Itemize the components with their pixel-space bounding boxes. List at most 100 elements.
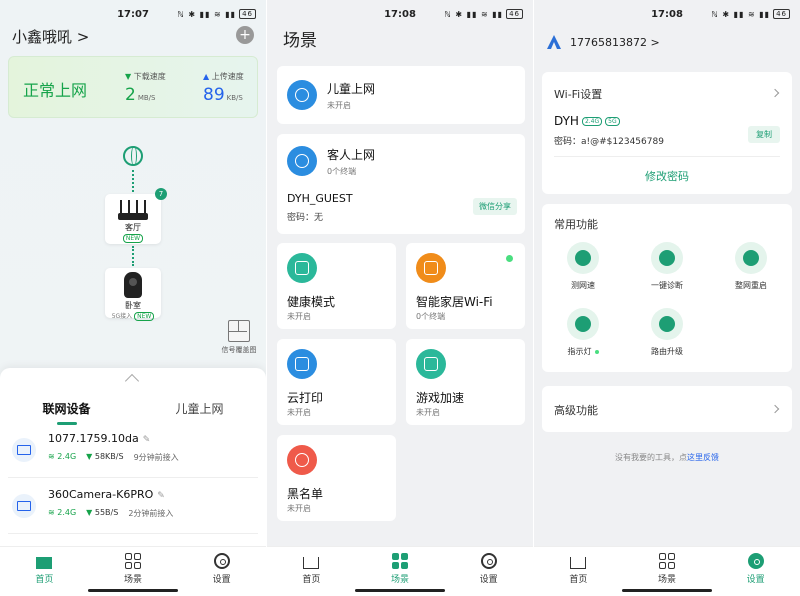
gear-icon	[213, 553, 230, 569]
edit-icon[interactable]: ✎	[157, 491, 165, 501]
kids-title: 儿童上网	[327, 82, 376, 96]
feedback-text: 没有我要的工具，点这里反馈	[615, 453, 719, 462]
wifi-card: Wi-Fi设置 DYH 2.4G 5G 密码：a!@#$123456789 复制 修…	[542, 72, 792, 194]
grid-icon	[659, 553, 675, 569]
router-room: 客厅	[125, 223, 141, 232]
nav-settings[interactable]: 设置	[711, 547, 800, 596]
download-unit: MB/S	[137, 94, 156, 102]
speed-test-button[interactable]: 测网速	[548, 242, 618, 291]
main-router-node[interactable]: 7 客厅 NEW	[105, 188, 167, 244]
guest-card[interactable]: 客人上网 0个终端 DYH_GUEST 密码：无 微信分享	[277, 134, 525, 234]
wifi-password: 密码：a!@#$123456789	[554, 137, 664, 147]
guest-title: 客人上网	[327, 148, 376, 162]
satellite-room: 卧室	[125, 301, 141, 310]
upload-value: 89	[203, 85, 225, 105]
nav-settings[interactable]: 设置	[177, 547, 266, 596]
advanced-card[interactable]: 高级功能	[542, 386, 792, 432]
wifi-settings-link[interactable]: Wi-Fi设置	[554, 86, 602, 102]
wechat-share-button[interactable]: 微信分享	[473, 198, 517, 215]
black-sub: 未开启	[287, 504, 311, 513]
ssid: DYH	[554, 114, 579, 128]
smart-home-card[interactable]: 智能家居Wi-Fi 0个终端	[406, 243, 525, 329]
speed: ▼ 58KB/S	[86, 452, 124, 461]
kids-card[interactable]: 儿童上网 未开启	[277, 66, 525, 124]
speed: ▼ 55B/S	[86, 508, 119, 517]
home-icon	[303, 557, 320, 569]
game-card[interactable]: 游戏加速 未开启	[406, 339, 525, 425]
sheet-tabs: 联网设备 儿童上网	[0, 400, 266, 425]
grid-icon	[392, 553, 408, 569]
home-icon	[570, 557, 587, 569]
satellite-new-badge: NEW	[134, 312, 155, 321]
download-arrow-icon: ▼	[125, 72, 134, 81]
black-title: 黑名单	[287, 487, 324, 501]
reboot-button[interactable]: 整网重启	[716, 242, 786, 291]
copy-button[interactable]: 复制	[748, 126, 780, 143]
diagnose-button[interactable]: 一键诊断	[632, 242, 702, 291]
upgrade-icon	[651, 308, 683, 340]
health-card[interactable]: 健康模式 未开启	[277, 243, 396, 329]
blacklist-card[interactable]: 黑名单 未开启	[277, 435, 396, 521]
coverage-map-button[interactable]: 信号覆盖图	[220, 320, 258, 355]
tab-kids[interactable]: 儿童上网	[133, 400, 266, 425]
page-title: 场景	[283, 31, 317, 51]
advanced-title: 高级功能	[554, 404, 598, 417]
block-user-icon	[287, 445, 317, 475]
add-icon[interactable]: +	[236, 26, 254, 44]
feedback-link[interactable]: 这里反馈	[687, 453, 719, 462]
gear-icon	[747, 553, 764, 569]
router-name-title[interactable]: 小鑫哦吼 >	[12, 26, 89, 47]
connect-time: 9分钟前接入	[133, 453, 179, 462]
nav-home[interactable]: 首页	[0, 547, 89, 596]
router-upgrade-button[interactable]: 路由升级	[632, 308, 702, 357]
indicator-light-button[interactable]: 指示灯	[548, 308, 618, 357]
smart-title: 智能家居Wi-Fi	[416, 295, 493, 309]
bottom-nav: 首页 场景 设置	[534, 546, 800, 596]
edit-icon[interactable]: ✎	[143, 435, 151, 445]
screen-scenes: 17:08 ℕ ✱ ▮▮ ≋ ▮▮ 46 场景 儿童上网 未开启 客人上网 0个…	[266, 0, 533, 596]
nav-settings[interactable]: 设置	[444, 547, 533, 596]
satellite-sub: 5G接入	[111, 313, 133, 320]
print-card[interactable]: 云打印 未开启	[277, 339, 396, 425]
band: ≋ 2.4G	[48, 452, 77, 461]
speedometer-icon	[567, 242, 599, 274]
guest-ssid: DYH_GUEST	[287, 192, 353, 205]
kids-sub: 未开启	[327, 101, 351, 110]
satellite-node[interactable]: 卧室 5G接入 NEW	[105, 268, 161, 321]
printer-icon	[287, 349, 317, 379]
status-bar: 17:08 ℕ ✱ ▮▮ ≋ ▮▮ 46	[534, 0, 800, 28]
tab-connected-devices[interactable]: 联网设备	[0, 400, 133, 425]
brand-logo-icon	[547, 35, 561, 49]
nav-home[interactable]: 首页	[534, 547, 623, 596]
internet-globe-icon	[123, 146, 143, 166]
download-value: 2	[125, 85, 136, 105]
device-row[interactable]: 360Camera-K6PRO ✎ ≋ 2.4G ▼ 55B/S 2分钟前接入	[8, 482, 258, 534]
bottom-nav: 首页 场景 设置	[267, 546, 533, 596]
device-row[interactable]: 1077.1759.10da ✎ ≋ 2.4G ▼ 58KB/S 9分钟前接入	[8, 426, 258, 478]
status-icons: ℕ ✱ ▮▮ ≋ ▮▮ 46	[177, 9, 256, 19]
monitor-icon	[287, 253, 317, 283]
account-phone[interactable]: 17765813872 >	[570, 36, 660, 49]
router-icon	[116, 200, 150, 220]
status-icons: ℕ ✱ ▮▮ ≋ ▮▮ 46	[444, 9, 523, 19]
gamepad-icon	[416, 349, 446, 379]
power-icon	[735, 242, 767, 274]
topology-line	[132, 246, 134, 266]
chevron-up-icon[interactable]	[124, 373, 140, 389]
device-name: 1077.1759.10da	[48, 432, 139, 445]
nav-home[interactable]: 首页	[267, 547, 356, 596]
shield-plus-icon	[651, 242, 683, 274]
upload-label: 上传速度	[211, 72, 244, 81]
status-dot	[506, 255, 513, 262]
floorplan-icon	[228, 320, 250, 342]
guest-password: 密码：无	[287, 213, 324, 223]
smart-home-icon	[416, 253, 446, 283]
chevron-right-icon[interactable]	[770, 88, 780, 98]
kids-icon	[287, 80, 317, 110]
status-bar: 17:08 ℕ ✱ ▮▮ ≋ ▮▮ 46	[267, 0, 533, 28]
screen-settings: 17:08 ℕ ✱ ▮▮ ≋ ▮▮ 46 17765813872 > Wi-Fi…	[533, 0, 800, 596]
gesture-bar	[622, 589, 712, 592]
status-icons: ℕ ✱ ▮▮ ≋ ▮▮ 46	[711, 9, 790, 19]
change-password-button[interactable]: 修改密码	[542, 168, 792, 184]
download-label: 下载速度	[133, 72, 166, 81]
